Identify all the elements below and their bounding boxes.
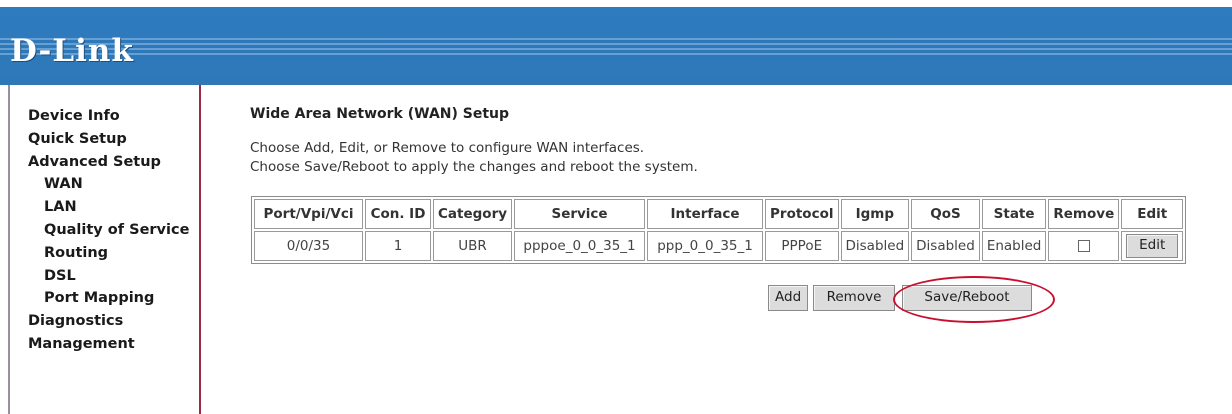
cell-igmp: Disabled: [840, 231, 910, 261]
column-header-protocol: Protocol: [765, 199, 839, 229]
column-header-state: State: [981, 199, 1047, 229]
cell-con-id: 1: [365, 231, 431, 261]
edit-button[interactable]: Edit: [1126, 234, 1179, 258]
cell-category: UBR: [433, 231, 513, 261]
sidebar-item-routing[interactable]: Routing: [10, 242, 199, 265]
column-header-igmp: Igmp: [840, 199, 910, 229]
cell-port: 0/0/35: [254, 231, 363, 261]
top-margin: [0, 0, 1232, 7]
save-reboot-button[interactable]: Save/Reboot: [902, 285, 1032, 311]
column-header-interface: Interface: [647, 199, 764, 229]
column-header-con-id: Con. ID: [365, 199, 431, 229]
wan-interfaces-table: Port/Vpi/Vci Con. ID Category Service In…: [251, 196, 1187, 264]
page-title: Wide Area Network (WAN) Setup: [250, 106, 510, 122]
description-line-2: Choose Save/Reboot to apply the changes …: [250, 159, 698, 175]
sidebar-item-diagnostics[interactable]: Diagnostics: [10, 310, 199, 333]
add-button[interactable]: Add: [768, 285, 809, 311]
sidebar-item-lan[interactable]: LAN: [10, 196, 199, 219]
cell-remove: [1048, 231, 1120, 261]
cell-edit: Edit: [1121, 231, 1184, 261]
cell-protocol: PPPoE: [765, 231, 839, 261]
sidebar-item-management[interactable]: Management: [10, 333, 199, 356]
sidebar-item-quality-of-service[interactable]: Quality of Service: [10, 219, 199, 242]
sidebar-item-quick-setup[interactable]: Quick Setup: [10, 128, 199, 151]
sidebar-item-advanced-setup[interactable]: Advanced Setup: [10, 151, 199, 174]
sidebar-item-dsl[interactable]: DSL: [10, 265, 199, 288]
column-header-edit: Edit: [1121, 199, 1184, 229]
sidebar-nav: Device Info Quick Setup Advanced Setup W…: [8, 85, 201, 414]
column-header-port: Port/Vpi/Vci: [254, 199, 363, 229]
remove-button[interactable]: Remove: [813, 285, 895, 311]
cell-service: pppoe_0_0_35_1: [514, 231, 646, 261]
sidebar-item-port-mapping[interactable]: Port Mapping: [10, 287, 199, 310]
column-header-qos: QoS: [911, 199, 980, 229]
sidebar-item-wan[interactable]: WAN: [10, 173, 199, 196]
header-stripes: [0, 38, 1232, 58]
remove-checkbox[interactable]: [1077, 240, 1090, 252]
description-line-1: Choose Add, Edit, or Remove to configure…: [250, 140, 645, 156]
table-header-row: Port/Vpi/Vci Con. ID Category Service In…: [254, 199, 1184, 229]
table-row: 0/0/35 1 UBR pppoe_0_0_35_1 ppp_0_0_35_1…: [254, 231, 1184, 261]
dlink-logo[interactable]: D-Link: [10, 33, 134, 69]
column-header-remove: Remove: [1048, 199, 1120, 229]
header-banner: D-Link: [0, 7, 1232, 85]
cell-state: Enabled: [981, 231, 1047, 261]
cell-interface: ppp_0_0_35_1: [647, 231, 764, 261]
cell-qos: Disabled: [911, 231, 980, 261]
sidebar-item-device-info[interactable]: Device Info: [10, 105, 199, 128]
column-header-category: Category: [433, 199, 513, 229]
column-header-service: Service: [514, 199, 646, 229]
